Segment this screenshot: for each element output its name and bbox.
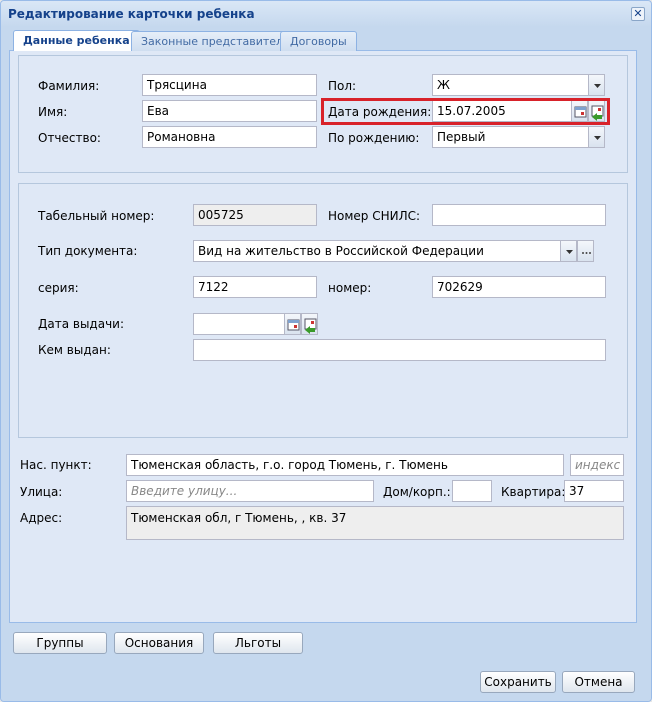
tab-number-field: 005725	[193, 204, 317, 226]
issued-by-label: Кем выдан:	[38, 343, 111, 357]
issue-date-field[interactable]	[193, 313, 285, 335]
series-field[interactable]: 7122	[193, 276, 317, 298]
number-label: номер:	[328, 281, 372, 295]
surname-field[interactable]: Трясцина	[142, 74, 317, 96]
bases-button[interactable]: Основания	[114, 632, 204, 654]
tab-number-label: Табельный номер:	[38, 209, 155, 223]
save-button[interactable]: Сохранить	[480, 671, 556, 693]
birth-order-select[interactable]: Первый	[432, 126, 589, 148]
clear-date-icon	[304, 318, 317, 334]
chevron-down-icon	[594, 136, 601, 140]
locality-field[interactable]: Тюменская область, г.о. город Тюмень, г.…	[126, 454, 564, 476]
doc-type-dropdown-trigger[interactable]	[560, 240, 577, 262]
name-field[interactable]: Ева	[142, 100, 317, 122]
edit-child-card-dialog: Редактирование карточки ребенка ✕ Данные…	[0, 0, 652, 702]
address-label: Адрес:	[20, 511, 63, 525]
birthdate-label: Дата рождения:	[328, 105, 432, 119]
doc-type-label: Тип документа:	[38, 244, 138, 258]
sex-dropdown-trigger[interactable]	[588, 74, 605, 96]
issue-date-label: Дата выдачи:	[38, 317, 125, 331]
sex-label: Пол:	[328, 79, 357, 93]
snils-field[interactable]	[432, 204, 606, 226]
birthdate-calendar-trigger[interactable]	[571, 100, 588, 122]
ellipsis-icon	[582, 252, 591, 254]
calendar-icon	[574, 106, 587, 118]
flat-label: Квартира:	[501, 485, 566, 499]
snils-label: Номер СНИЛС:	[328, 209, 421, 223]
patronymic-label: Отчество:	[38, 131, 101, 145]
street-label: Улица:	[20, 485, 63, 499]
calendar-icon	[287, 319, 300, 331]
house-field[interactable]	[452, 480, 492, 502]
close-icon: ✕	[633, 7, 643, 20]
street-field[interactable]: Введите улицу...	[126, 480, 374, 502]
issue-date-clear-trigger[interactable]	[301, 313, 318, 335]
number-field[interactable]: 702629	[432, 276, 606, 298]
full-address-field: Тюменская обл, г Тюмень, , кв. 37	[126, 506, 624, 540]
tab-contracts[interactable]: Договоры	[280, 31, 357, 51]
birth-order-label: По рождению:	[328, 131, 420, 145]
groups-button[interactable]: Группы	[13, 632, 107, 654]
tab-body: Фамилия: Трясцина Имя: Ева Отчество: Ром…	[9, 51, 637, 623]
clear-date-icon	[591, 105, 604, 121]
postal-index-field[interactable]: индекс	[570, 454, 624, 476]
sex-select[interactable]: Ж	[432, 74, 589, 96]
title-bar[interactable]: Редактирование карточки ребенка ✕	[1, 1, 651, 27]
doc-type-more-trigger[interactable]	[577, 240, 594, 262]
series-label: серия:	[38, 281, 79, 295]
benefits-button[interactable]: Льготы	[213, 632, 303, 654]
chevron-down-icon	[566, 250, 573, 254]
issued-by-field[interactable]	[193, 339, 606, 361]
birthdate-field[interactable]: 15.07.2005	[432, 100, 572, 122]
window-title: Редактирование карточки ребенка	[8, 7, 255, 21]
locality-label: Нас. пункт:	[20, 458, 92, 472]
doc-type-select[interactable]: Вид на жительство в Российской Федерации	[193, 240, 561, 262]
tab-strip: Данные ребенка Законные представители До…	[9, 29, 637, 52]
issue-date-calendar-trigger[interactable]	[284, 313, 301, 335]
tab-child-data[interactable]: Данные ребенка	[13, 30, 140, 52]
close-button[interactable]: ✕	[631, 7, 645, 21]
house-label: Дом/корп.:	[383, 485, 451, 499]
name-label: Имя:	[38, 105, 68, 119]
patronymic-field[interactable]: Романовна	[142, 126, 317, 148]
surname-label: Фамилия:	[38, 79, 100, 93]
chevron-down-icon	[594, 84, 601, 88]
cancel-button[interactable]: Отмена	[562, 671, 635, 693]
tab-legal-representatives[interactable]: Законные представители	[131, 31, 301, 51]
birthdate-clear-trigger[interactable]	[588, 100, 605, 122]
flat-field[interactable]: 37	[564, 480, 624, 502]
birth-order-dropdown-trigger[interactable]	[588, 126, 605, 148]
